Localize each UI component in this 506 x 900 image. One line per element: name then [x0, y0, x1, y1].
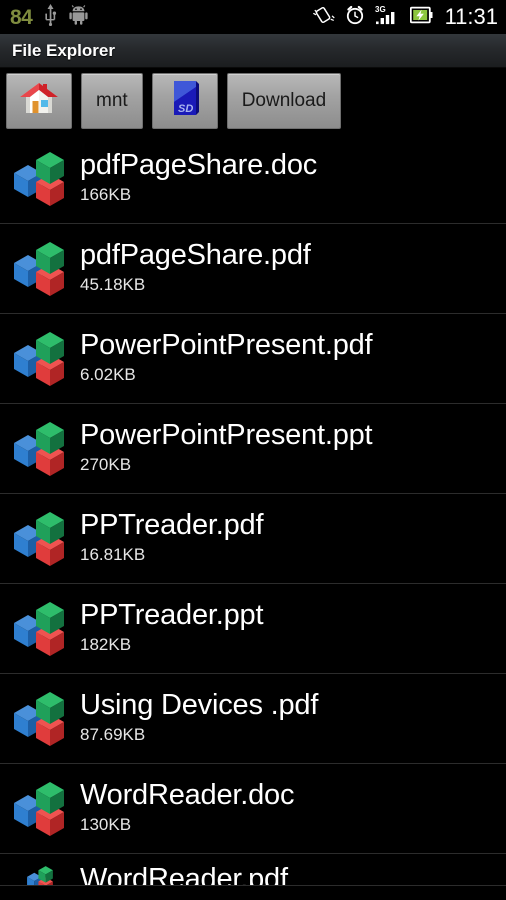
file-row-text: WordReader.doc 130KB	[80, 778, 295, 838]
path-button-sdcard[interactable]: SD	[151, 73, 218, 129]
officesuite-icon	[14, 331, 64, 386]
file-row-text: pdfPageShare.doc 166KB	[80, 148, 318, 208]
svg-text:SD: SD	[178, 103, 193, 115]
file-row-text: PowerPointPresent.pdf 6.02KB	[80, 328, 373, 388]
officesuite-icon	[10, 688, 72, 750]
officesuite-icon	[14, 601, 64, 656]
svg-text:3G: 3G	[375, 5, 386, 14]
officesuite-icon	[14, 511, 64, 566]
file-row[interactable]: PowerPointPresent.pdf 6.02KB	[0, 314, 506, 404]
battery-charging-icon	[409, 6, 434, 29]
officesuite-icon	[10, 238, 72, 300]
file-size: 87.69KB	[80, 724, 146, 744]
file-row-text: PPTreader.pdf 16.81KB	[80, 508, 264, 568]
file-size: 182KB	[80, 634, 132, 654]
file-size: 270KB	[80, 454, 132, 474]
file-size: 130KB	[80, 814, 132, 834]
file-row-text: WordReader.pdf	[80, 863, 288, 886]
file-row[interactable]: PPTreader.pdf 16.81KB	[0, 494, 506, 584]
file-row[interactable]: Using Devices .pdf 87.69KB	[0, 674, 506, 764]
file-row[interactable]: pdfPageShare.pdf 45.18KB	[0, 224, 506, 314]
file-row-text: PPTreader.ppt 182KB	[80, 598, 264, 658]
file-row[interactable]: PowerPointPresent.ppt 270KB	[0, 404, 506, 494]
officesuite-icon	[10, 148, 72, 210]
file-row[interactable]: WordReader.pdf	[0, 854, 506, 886]
path-breadcrumb-bar: mnt SD Download	[0, 68, 506, 134]
officesuite-icon	[10, 418, 72, 480]
status-bar: 84 3G 11:31	[0, 0, 506, 34]
status-bar-left: 84	[10, 3, 88, 31]
file-list[interactable]: pdfPageShare.doc 166KB pdfPageShare.pdf 45…	[0, 134, 506, 886]
officesuite-icon	[14, 151, 64, 206]
file-name: PPTreader.pdf	[80, 508, 264, 541]
file-row[interactable]: pdfPageShare.doc 166KB	[0, 134, 506, 224]
file-size: 45.18KB	[80, 274, 146, 294]
status-bar-clock: 11:31	[444, 4, 498, 29]
app-title: File Explorer	[12, 40, 115, 60]
officesuite-icon	[10, 328, 72, 390]
officesuite-icon	[10, 864, 72, 885]
file-name: Using Devices .pdf	[80, 688, 319, 721]
signal-3g-icon: 3G	[375, 4, 401, 31]
file-name: pdfPageShare.pdf	[80, 238, 311, 271]
alarm-clock-icon	[344, 4, 366, 31]
vibrate-icon	[312, 4, 335, 31]
sdcard-icon: SD	[166, 78, 204, 125]
path-button-download-label: Download	[241, 90, 327, 111]
file-row[interactable]: WordReader.doc 130KB	[0, 764, 506, 854]
file-row[interactable]: PPTreader.ppt 182KB	[0, 584, 506, 674]
officesuite-icon	[10, 598, 72, 660]
officesuite-icon	[14, 421, 64, 476]
home-icon	[18, 80, 60, 123]
officesuite-icon	[10, 508, 72, 570]
file-size: 16.81KB	[80, 544, 146, 564]
path-button-mnt-label: mnt	[96, 90, 128, 111]
phone-screen: 84 3G 11:31 File Explorer mnt SD Downloa…	[0, 0, 506, 900]
usb-icon	[44, 3, 57, 31]
path-button-home[interactable]	[6, 73, 72, 129]
status-bar-right: 3G 11:31	[312, 4, 498, 31]
officesuite-icon	[14, 691, 64, 746]
file-name: WordReader.doc	[80, 778, 295, 811]
path-button-mnt[interactable]: mnt	[81, 73, 143, 129]
file-size: 6.02KB	[80, 364, 136, 384]
app-title-bar: File Explorer	[0, 34, 506, 68]
android-robot-icon	[69, 4, 88, 30]
file-row-text: Using Devices .pdf 87.69KB	[80, 688, 319, 748]
battery-percent-label: 84	[10, 5, 33, 29]
file-name: PowerPointPresent.ppt	[80, 418, 373, 451]
file-name: pdfPageShare.doc	[80, 148, 318, 181]
officesuite-icon	[27, 866, 53, 885]
officesuite-icon	[14, 781, 64, 836]
path-button-download[interactable]: Download	[226, 73, 342, 129]
file-row-text: pdfPageShare.pdf 45.18KB	[80, 238, 311, 298]
file-name: PowerPointPresent.pdf	[80, 328, 373, 361]
officesuite-icon	[14, 241, 64, 296]
file-name: PPTreader.ppt	[80, 598, 264, 631]
file-name: WordReader.pdf	[80, 863, 288, 886]
file-row-text: PowerPointPresent.ppt 270KB	[80, 418, 373, 478]
officesuite-icon	[10, 778, 72, 840]
file-size: 166KB	[80, 184, 132, 204]
